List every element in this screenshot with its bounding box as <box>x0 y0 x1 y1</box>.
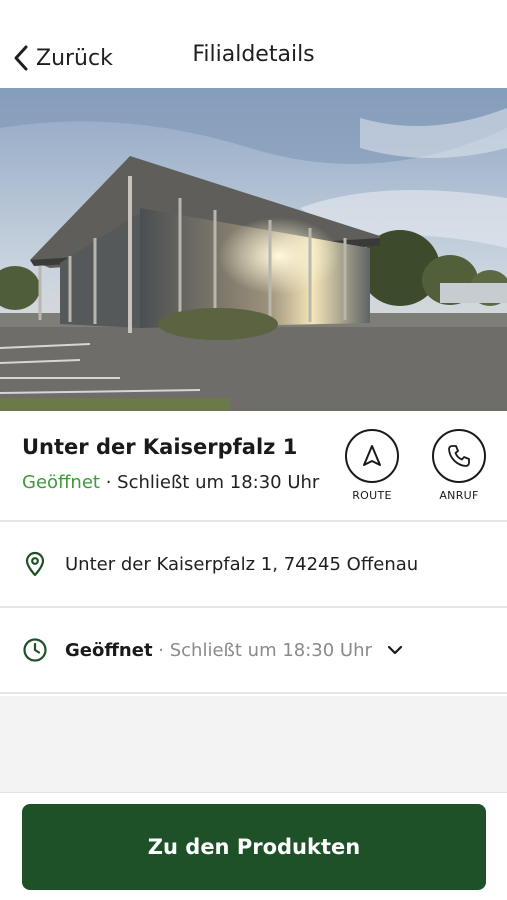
route-button[interactable]: ROUTE <box>342 429 402 502</box>
phone-icon <box>448 445 470 467</box>
store-name: Unter der Kaiserpfalz 1 <box>22 435 298 459</box>
call-button[interactable]: ANRUF <box>429 429 489 502</box>
page-title: Filialdetails <box>192 42 315 67</box>
address-row[interactable]: Unter der Kaiserpfalz 1, 74245 Offenau <box>0 522 507 608</box>
location-pin-icon <box>21 550 49 578</box>
store-photo <box>0 88 507 411</box>
hours-closing-text: Schließt um 18:30 Uhr <box>169 639 372 661</box>
navigation-arrow-icon <box>363 445 381 466</box>
empty-content-area <box>0 696 507 792</box>
store-summary: Unter der Kaiserpfalz 1 Geöffnet · Schli… <box>0 411 507 522</box>
top-navigation-bar: Zurück Filialdetails <box>0 0 507 88</box>
hours-text: Geöffnet · Schließt um 18:30 Uhr <box>65 640 372 661</box>
closing-time-text: Schließt um 18:30 Uhr <box>117 472 320 493</box>
open-status-label: Geöffnet <box>22 472 100 493</box>
opening-hours-row[interactable]: Geöffnet · Schließt um 18:30 Uhr <box>0 608 507 694</box>
hours-open-label: Geöffnet <box>65 639 153 661</box>
clock-icon <box>21 636 49 664</box>
footer-bar: Zu den Produkten <box>0 792 507 900</box>
status-separator: · <box>99 472 118 493</box>
route-label: ROUTE <box>352 489 392 502</box>
call-button-circle[interactable] <box>432 429 486 483</box>
to-products-button[interactable]: Zu den Produkten <box>22 804 486 890</box>
call-label: ANRUF <box>439 489 479 502</box>
route-button-circle[interactable] <box>345 429 399 483</box>
store-status: Geöffnet · Schließt um 18:30 Uhr <box>22 472 319 493</box>
address-text: Unter der Kaiserpfalz 1, 74245 Offenau <box>65 553 419 575</box>
hours-separator: · <box>152 639 170 661</box>
chevron-down-icon[interactable] <box>386 641 404 659</box>
